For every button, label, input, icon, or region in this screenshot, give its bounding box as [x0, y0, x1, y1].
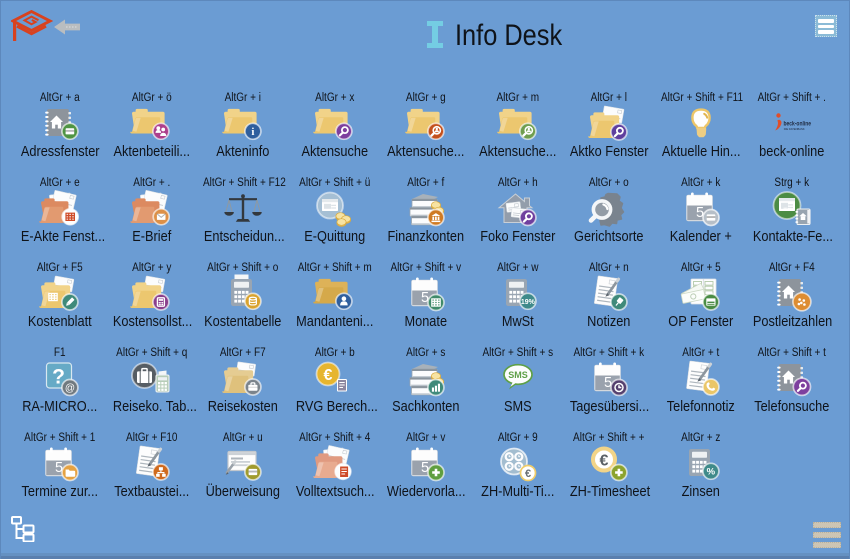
svg-text:19%: 19%	[520, 299, 535, 306]
svg-text:@: @	[65, 383, 75, 394]
svg-text:DIE DATENBANK: DIE DATENBANK	[784, 127, 806, 131]
svg-text:%: %	[706, 467, 715, 478]
svg-text:€: €	[324, 367, 333, 384]
svg-text:i: i	[251, 126, 254, 138]
svg-text:SMS: SMS	[508, 370, 528, 380]
svg-text:€: €	[524, 468, 530, 480]
svg-text:Mini: Mini	[784, 207, 791, 211]
svg-text:€: €	[600, 452, 609, 469]
